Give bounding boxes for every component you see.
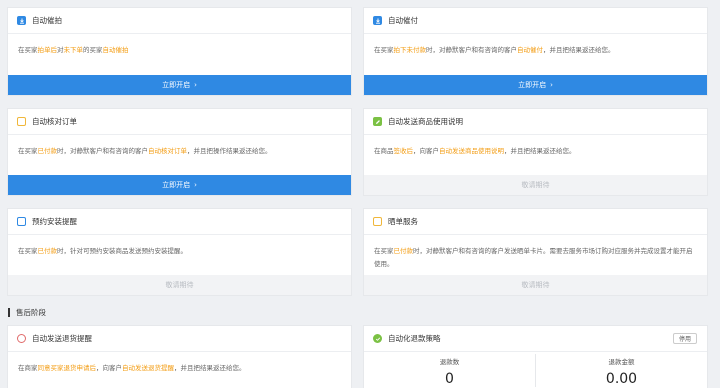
coming-soon-button: 敬请期待 <box>364 175 707 195</box>
desc-text: 在买家 <box>374 46 394 54</box>
desc-text: ，并且把结果返还给您。 <box>174 364 246 372</box>
stat-label: 退款数 <box>439 358 460 366</box>
card-header: 自动发送退货提醒 <box>8 326 351 352</box>
order-icon <box>17 117 26 126</box>
highlight-text: 自动发送商品使用说明 <box>439 147 504 155</box>
chevron-right-icon: › <box>194 181 197 189</box>
card-description: 在买家已付款时，对静默客户和有咨询的客户自动核对订单，并且把操作结果返还给您。 <box>8 135 351 158</box>
card-description: 在买家已付款时，对静默客户和有咨询的客户发送晒单卡片。需要去服务市场订购对应服务… <box>364 235 707 271</box>
card-header: 自动催拍 <box>8 8 351 34</box>
stat-value: 0 <box>445 371 454 387</box>
refund-stats: 退款数 0 退款金额 0.00 <box>364 354 707 387</box>
stat-value: 0.00 <box>605 371 638 387</box>
stat-refund-amount: 退款金额 0.00 <box>535 354 707 387</box>
card-title: 自动发送商品使用说明 <box>388 117 463 126</box>
card-title: 晒单服务 <box>388 217 418 226</box>
card-refund-strategy: 自动化退款策略 停用 退款数 0 退款金额 0.00 <box>363 325 708 388</box>
download-icon <box>17 16 26 25</box>
highlight-text: 拍下未付款 <box>393 46 427 54</box>
desc-text: ，并且把结果返还给您。 <box>543 46 615 54</box>
desc-text: ，向客户 <box>96 364 122 372</box>
card-auto-send-instructions: 自动发送商品使用说明 在商品签收后，向客户自动发送商品使用说明，并且把结果返还给… <box>363 108 708 196</box>
desc-text: ，向客户 <box>413 147 439 155</box>
stat-label: 退款金额 <box>608 358 635 366</box>
card-header: 自动发送商品使用说明 <box>364 109 707 135</box>
desc-text: 在买家 <box>18 147 38 155</box>
download-icon <box>373 16 382 25</box>
highlight-text: 已付款 <box>393 247 414 255</box>
section-title-after-sales: 售后阶段 <box>8 307 46 318</box>
coming-soon-button: 敬请期待 <box>364 275 707 295</box>
card-title: 自动催付 <box>388 16 418 25</box>
desc-text: 在买家 <box>18 247 38 255</box>
card-header: 晒单服务 <box>364 209 707 235</box>
highlight-text: 自动发送退货提醒 <box>122 364 174 372</box>
return-icon <box>17 334 26 343</box>
card-header: 自动催付 <box>364 8 707 34</box>
card-auto-urge-payment: 自动催付 在买家拍下未付款时，对静默客户和有咨询的客户自动催付，并且把结果返还给… <box>363 7 708 96</box>
button-label: 敬请期待 <box>165 281 194 289</box>
card-description: 在买家已付款时，针对可预约安装商品发送预约安装提醒。 <box>8 235 351 258</box>
card-title: 自动化退款策略 <box>388 334 441 343</box>
section-bar <box>8 308 10 317</box>
check-circle-icon <box>373 334 382 343</box>
desc-text: 在商家 <box>18 364 38 372</box>
highlight-text: 已付款 <box>37 147 58 155</box>
desc-text: 时，对静默客户和有咨询的客户发送晒单卡片。需要去服务市场订购对应服务并完成设置才… <box>374 247 693 268</box>
highlight-text: 未下单 <box>63 46 84 54</box>
enable-now-button[interactable]: 立即开启 › <box>8 175 351 195</box>
button-label: 立即开启 <box>162 81 191 89</box>
highlight-text: 拍单后 <box>37 46 58 54</box>
order-icon <box>373 217 382 226</box>
highlight-text: 同意买家退货申请后 <box>37 364 97 372</box>
card-review-share-service: 晒单服务 在买家已付款时，对静默客户和有咨询的客户发送晒单卡片。需要去服务市场订… <box>363 208 708 296</box>
enable-now-button[interactable]: 立即开启 › <box>8 75 351 95</box>
desc-text: 时，针对可预约安装商品发送预约安装提醒。 <box>57 247 187 255</box>
disable-button[interactable]: 停用 <box>672 333 697 344</box>
pencil-icon <box>373 117 382 126</box>
highlight-text: 自动核对订单 <box>148 147 187 155</box>
highlight-text: 已付款 <box>37 247 58 255</box>
highlight-text: 签收后 <box>393 147 414 155</box>
card-header: 自动核对订单 <box>8 109 351 135</box>
card-auto-urge-order: 自动催拍 在买家拍单后对未下单的买家自动催拍 立即开启 › <box>7 7 352 96</box>
calendar-icon <box>17 217 26 226</box>
card-title: 自动发送退货提醒 <box>32 334 92 343</box>
desc-text: ，并且把结果返还给您。 <box>504 147 576 155</box>
chevron-right-icon: › <box>194 81 197 89</box>
card-title: 预约安装提醒 <box>32 217 77 226</box>
desc-text: 时，对静默客户和有咨询的客户 <box>426 46 517 54</box>
card-return-reminder: 自动发送退货提醒 在商家同意买家退货申请后，向客户自动发送退货提醒，并且把结果返… <box>7 325 352 388</box>
card-install-reminder: 预约安装提醒 在买家已付款时，针对可预约安装商品发送预约安装提醒。 敬请期待 <box>7 208 352 296</box>
button-label: 立即开启 <box>162 181 191 189</box>
card-description: 在商家同意买家退货申请后，向客户自动发送退货提醒，并且把结果返还给您。 <box>8 352 351 375</box>
card-auto-verify-order: 自动核对订单 在买家已付款时，对静默客户和有咨询的客户自动核对订单，并且把操作结… <box>7 108 352 196</box>
desc-text: ，并且把操作结果返还给您。 <box>187 147 272 155</box>
desc-text: 在买家 <box>374 247 394 255</box>
desc-text: 在商品 <box>374 147 394 155</box>
highlight-text: 自动催付 <box>517 46 543 54</box>
card-header: 预约安装提醒 <box>8 209 351 235</box>
coming-soon-button: 敬请期待 <box>8 275 351 295</box>
card-description: 在商品签收后，向客户自动发送商品使用说明，并且把结果返还给您。 <box>364 135 707 158</box>
desc-text: 在买家 <box>18 46 38 54</box>
card-header: 自动化退款策略 停用 <box>364 326 707 352</box>
button-label: 敬请期待 <box>521 281 550 289</box>
enable-now-button[interactable]: 立即开启 › <box>364 75 707 95</box>
stat-refund-count: 退款数 0 <box>364 354 535 387</box>
chevron-right-icon: › <box>550 81 553 89</box>
section-title-text: 售后阶段 <box>16 308 46 317</box>
button-label: 立即开启 <box>518 81 547 89</box>
card-title: 自动核对订单 <box>32 117 77 126</box>
desc-text: 的买家 <box>83 46 103 54</box>
card-description: 在买家拍下未付款时，对静默客户和有咨询的客户自动催付，并且把结果返还给您。 <box>364 34 707 57</box>
card-title: 自动催拍 <box>32 16 62 25</box>
highlight-text: 自动催拍 <box>102 46 129 54</box>
desc-text: 时，对静默客户和有咨询的客户 <box>57 147 148 155</box>
button-label: 敬请期待 <box>521 181 550 189</box>
card-description: 在买家拍单后对未下单的买家自动催拍 <box>8 34 351 57</box>
